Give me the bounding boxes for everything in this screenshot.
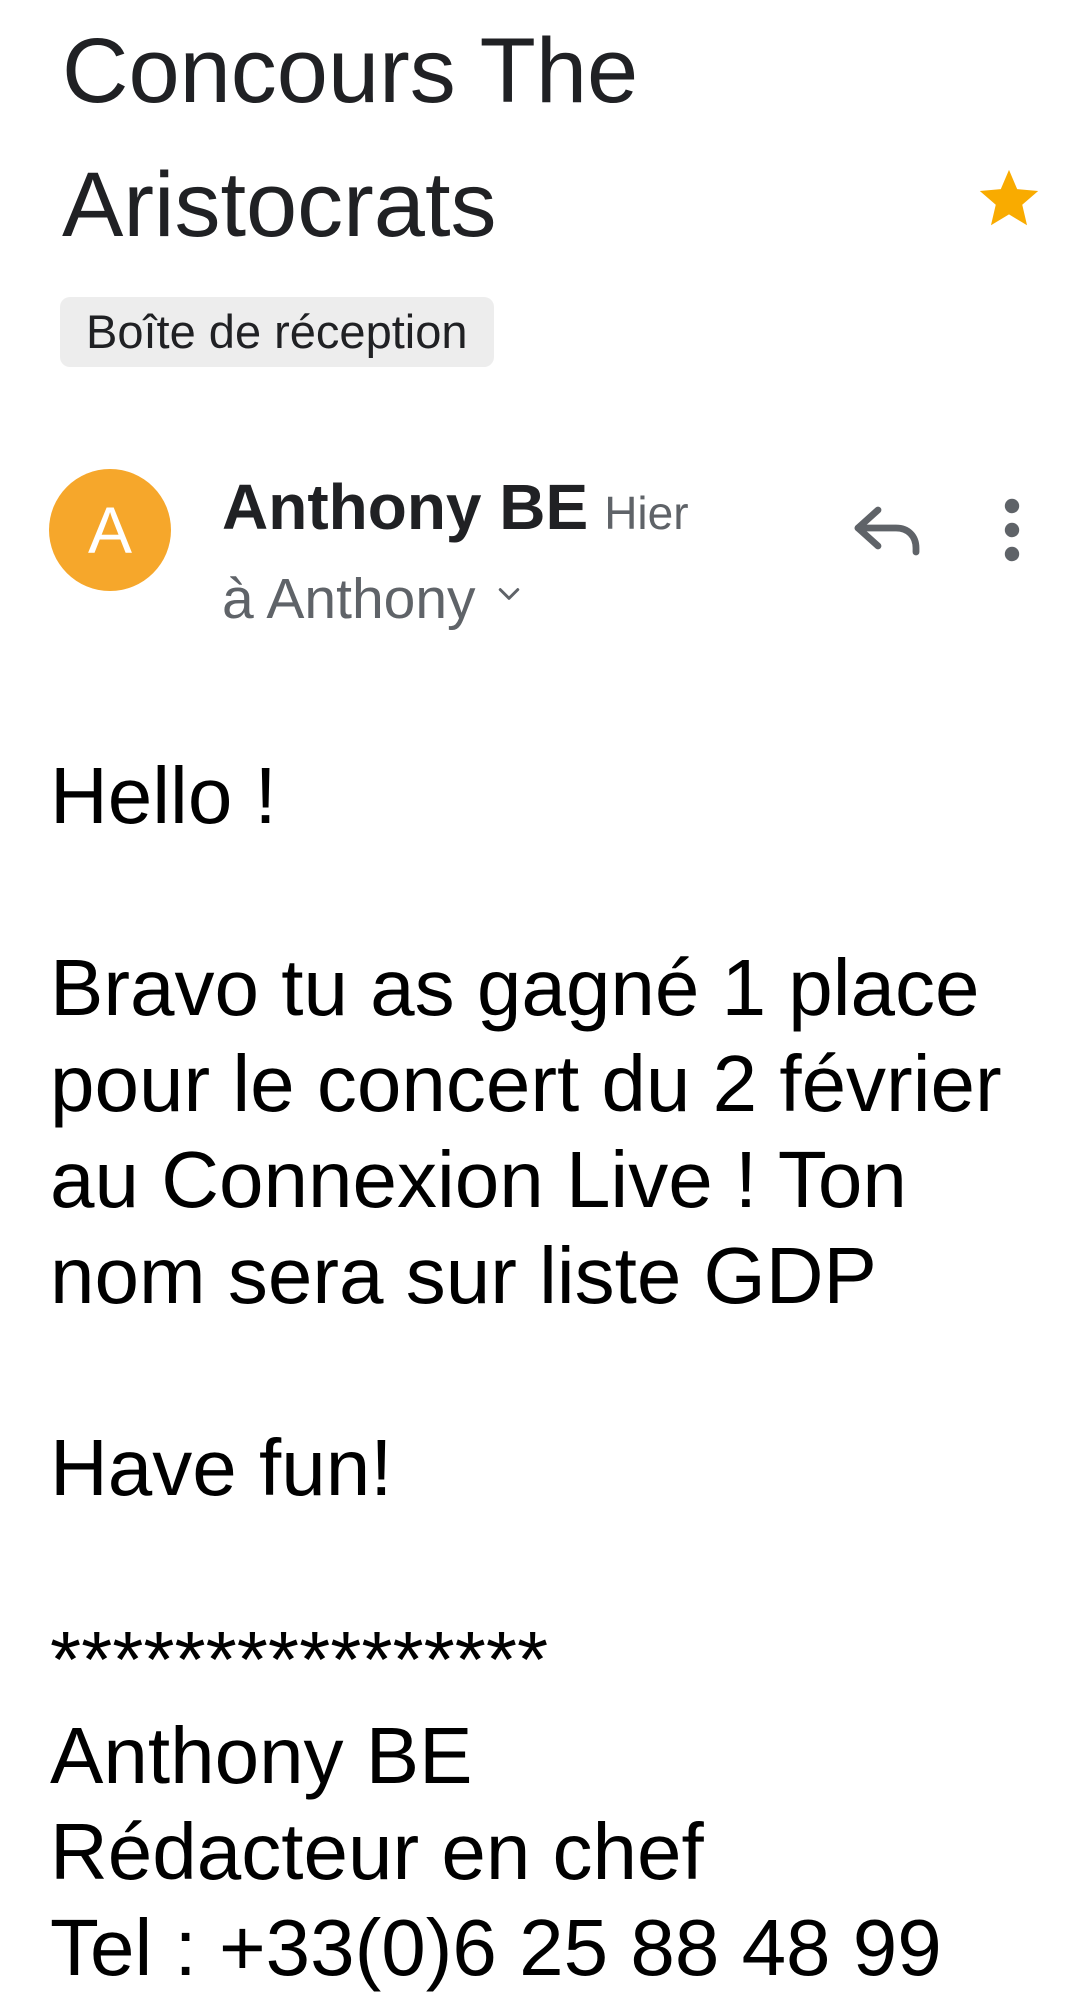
signature-phone: Tel : +33(0)6 25 88 48 99 [50,1903,942,1992]
signature-name: Anthony BE [50,1711,473,1800]
reply-icon[interactable] [848,490,928,570]
body-paragraph: Bravo tu as gagné 1 place pour le concer… [50,943,1002,1320]
signature-title: Rédacteur en chef [50,1807,704,1896]
recipient-text: à Anthony [222,567,476,631]
sender-header: Anthony BE Hier [222,470,689,544]
email-body: Hello ! Bravo tu as gagné 1 place pour l… [50,748,1050,1996]
email-subject: Concours The Aristocrats [62,20,639,256]
recipient-details-toggle[interactable]: à Anthony [222,566,524,632]
sender-name: Anthony BE [222,471,589,543]
chevron-down-icon [498,588,519,600]
avatar[interactable]: A [49,469,171,591]
body-greeting: Hello ! [50,751,277,840]
body-closing: Have fun! [50,1423,393,1512]
signature-separator: **************** [50,1615,549,1704]
star-icon[interactable] [974,164,1044,234]
inbox-label-chip[interactable]: Boîte de réception [60,297,494,367]
sent-time: Hier [604,487,689,539]
more-vert-icon[interactable] [985,490,1039,570]
